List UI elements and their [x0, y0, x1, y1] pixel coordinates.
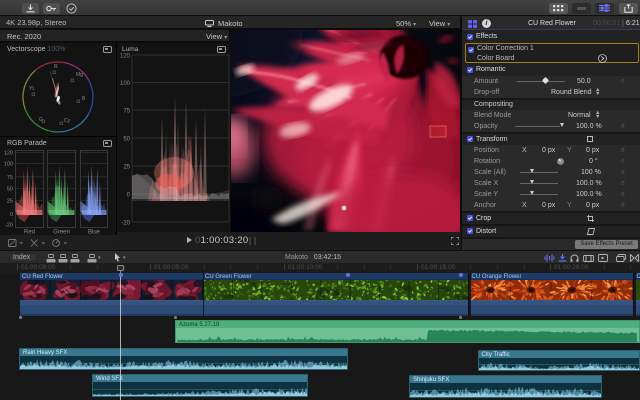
svg-text:50: 50	[7, 187, 13, 193]
svg-text:75: 75	[7, 175, 13, 181]
svg-text:100: 100	[120, 81, 131, 87]
svg-text:25: 25	[7, 199, 13, 205]
svg-text:120: 120	[4, 151, 13, 157]
svg-text:-20: -20	[121, 221, 130, 227]
svg-text:0: 0	[127, 193, 131, 199]
svg-text:Mg: Mg	[76, 72, 83, 78]
svg-text:R: R	[54, 64, 58, 70]
svg-text:25: 25	[123, 165, 130, 171]
svg-text:-20: -20	[5, 223, 13, 229]
svg-text:YL: YL	[29, 86, 35, 92]
svg-text:75: 75	[123, 109, 130, 115]
svg-text:B: B	[82, 96, 86, 102]
svg-text:100: 100	[4, 162, 13, 168]
svg-text:120: 120	[120, 54, 131, 60]
svg-text:Cy: Cy	[64, 118, 71, 124]
svg-text:0: 0	[10, 212, 13, 218]
svg-text:50: 50	[123, 137, 130, 143]
